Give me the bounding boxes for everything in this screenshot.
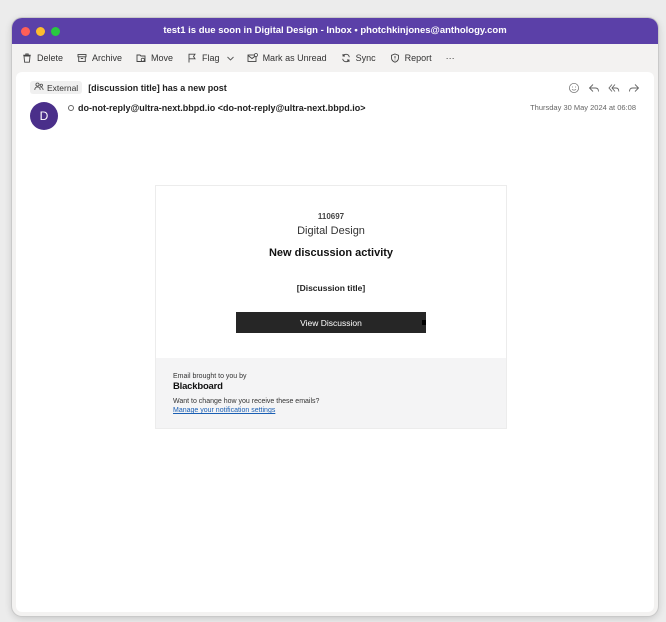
delete-label: Delete bbox=[37, 53, 64, 63]
presence-status-icon bbox=[68, 105, 74, 111]
course-name: Digital Design bbox=[297, 225, 365, 237]
people-icon bbox=[34, 82, 44, 93]
flag-label: Flag bbox=[202, 53, 220, 63]
delete-button[interactable]: Delete bbox=[22, 53, 63, 63]
course-id: 110697 bbox=[317, 212, 345, 221]
more-options-button[interactable]: ··· bbox=[446, 53, 455, 63]
footer-question-text: Want to change how you receive these ema… bbox=[173, 398, 320, 405]
flag-button[interactable]: Flag bbox=[187, 53, 220, 63]
sync-button[interactable]: Sync bbox=[341, 53, 376, 63]
message-subject: [discussion title] has a new post bbox=[88, 82, 227, 93]
archive-button[interactable]: Archive bbox=[77, 53, 122, 63]
discussion-title: [Discussion title] bbox=[296, 283, 366, 293]
message-actions bbox=[568, 81, 640, 99]
mark-as-unread-label: Mark as Unread bbox=[262, 53, 327, 63]
external-badge: External bbox=[30, 81, 83, 94]
sender-line: do-not-reply@ultra-next.bbpd.io <do-not-… bbox=[68, 103, 366, 113]
shield-icon bbox=[390, 53, 400, 63]
more-label: ··· bbox=[445, 53, 455, 63]
move-label: Move bbox=[151, 53, 174, 63]
button-edge-mark bbox=[422, 320, 426, 325]
mail-window: test1 is due soon in Digital Design - In… bbox=[12, 18, 658, 616]
sync-icon bbox=[341, 53, 351, 63]
email-body-card: 110697 Digital Design New discussion act… bbox=[155, 185, 507, 429]
flag-icon bbox=[187, 53, 197, 63]
view-discussion-button[interactable]: View Discussion bbox=[236, 312, 426, 333]
footer-brought-text: Email brought to you by bbox=[173, 373, 247, 380]
email-content: 110697 Digital Design New discussion act… bbox=[156, 186, 506, 358]
report-button[interactable]: Report bbox=[390, 53, 432, 63]
folder-move-icon bbox=[136, 53, 146, 63]
sync-label: Sync bbox=[355, 53, 376, 63]
chevron-down-icon bbox=[226, 54, 235, 63]
archive-label: Archive bbox=[92, 53, 123, 63]
reading-pane: External [discussion title] has a new po… bbox=[16, 72, 654, 612]
title-bar: test1 is due soon in Digital Design - In… bbox=[12, 18, 658, 44]
trash-icon bbox=[22, 53, 32, 63]
report-label: Report bbox=[404, 53, 432, 63]
forward-icon[interactable] bbox=[628, 81, 640, 99]
message-header: External [discussion title] has a new po… bbox=[30, 81, 227, 94]
external-label: External bbox=[47, 82, 79, 93]
envelope-icon bbox=[247, 53, 258, 63]
reply-icon[interactable] bbox=[588, 81, 600, 99]
move-button[interactable]: Move bbox=[136, 53, 173, 63]
reply-all-icon[interactable] bbox=[608, 81, 620, 99]
message-toolbar: Delete Archive Move Flag Mark as Unread … bbox=[12, 44, 658, 72]
mark-as-unread-button[interactable]: Mark as Unread bbox=[247, 53, 327, 63]
activity-heading: New discussion activity bbox=[268, 247, 394, 259]
flag-options-dropdown[interactable] bbox=[226, 54, 235, 63]
emoji-react-icon[interactable] bbox=[568, 81, 580, 99]
blackboard-logo: Blackboard bbox=[173, 381, 223, 392]
view-discussion-label: View Discussion bbox=[300, 317, 362, 328]
sender-address[interactable]: do-not-reply@ultra-next.bbpd.io <do-not-… bbox=[78, 103, 366, 113]
sender-avatar[interactable]: D bbox=[30, 102, 58, 130]
archive-icon bbox=[77, 53, 87, 63]
notification-settings-link[interactable]: Manage your notification settings bbox=[173, 407, 275, 414]
message-date: Thursday 30 May 2024 at 06:08 bbox=[530, 103, 636, 112]
window-title: test1 is due soon in Digital Design - In… bbox=[163, 25, 507, 36]
email-footer: Email brought to you by Blackboard Want … bbox=[156, 358, 506, 428]
